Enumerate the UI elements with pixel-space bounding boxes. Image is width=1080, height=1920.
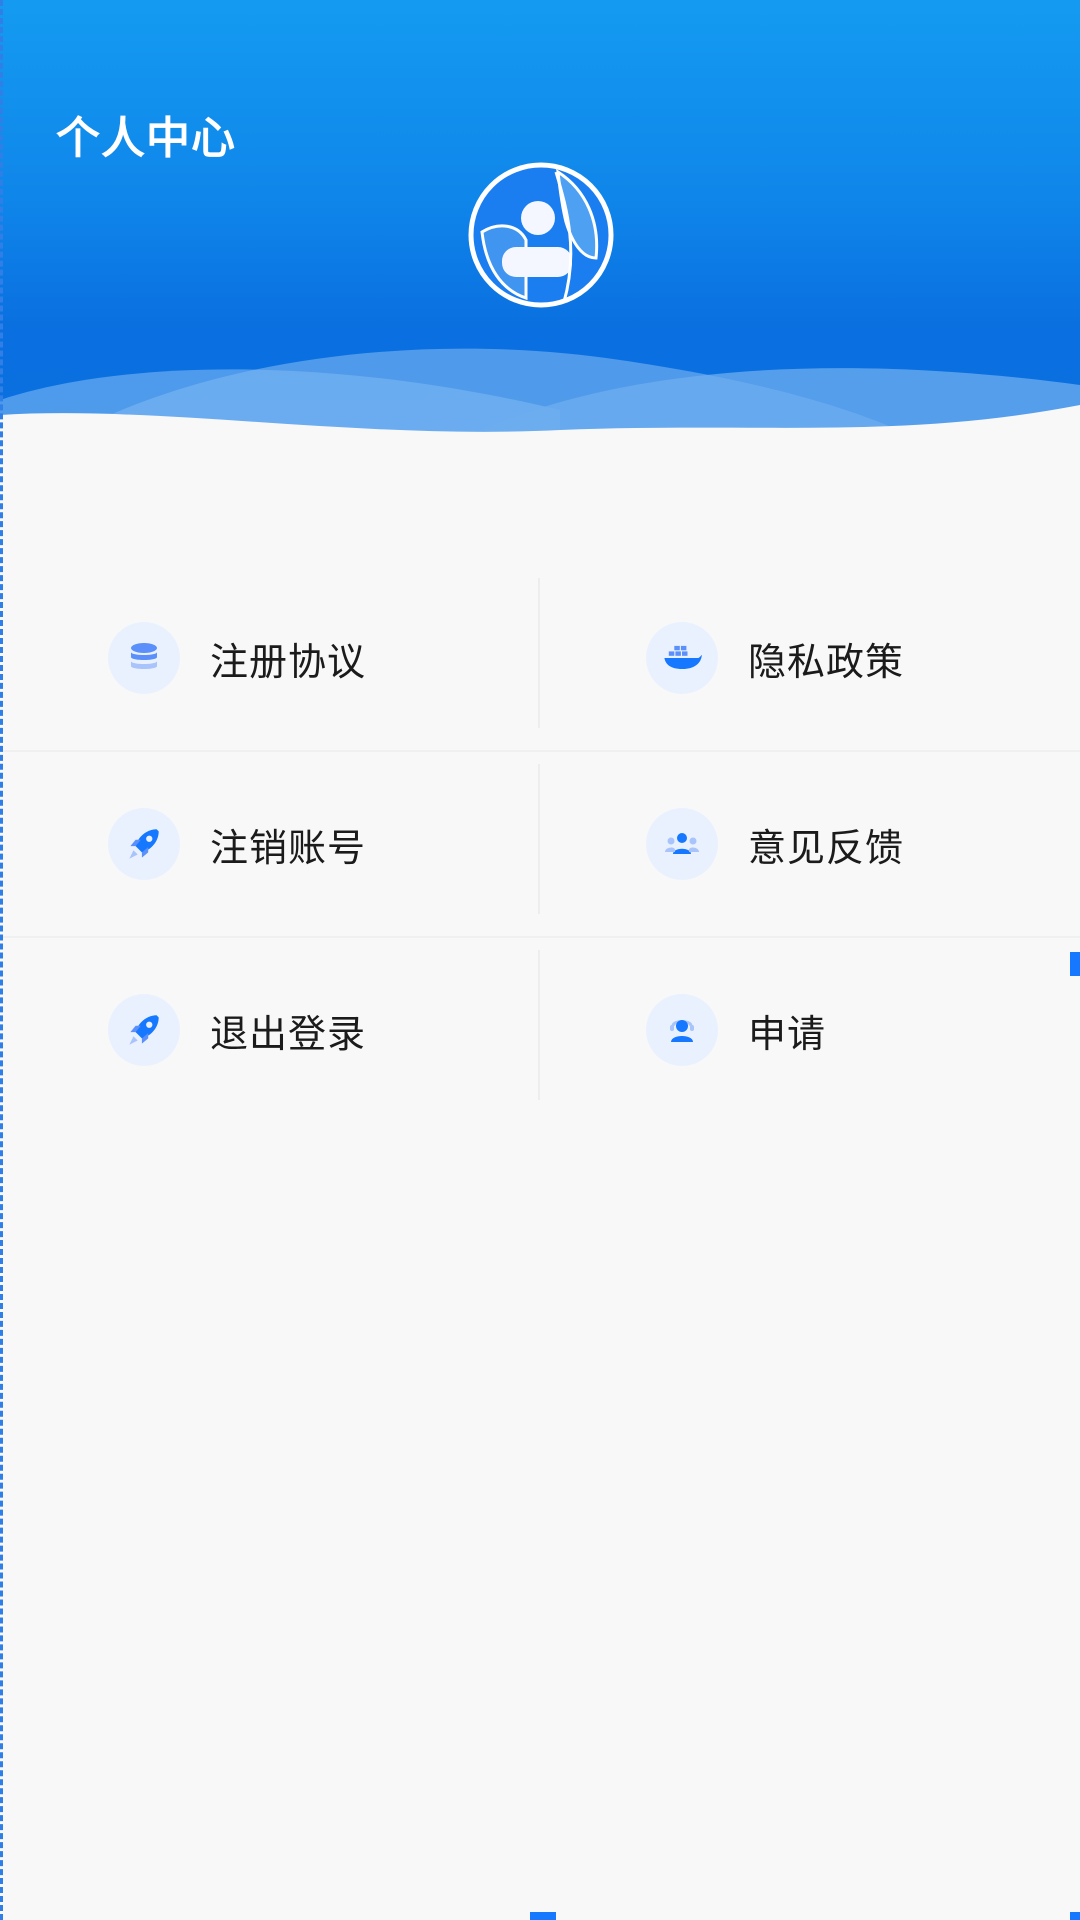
menu-item-privacy-policy[interactable]: 隐私政策 xyxy=(540,566,1080,750)
header-banner: 个人中心 xyxy=(0,0,1080,440)
menu-item-label: 退出登录 xyxy=(210,1011,367,1056)
corner-indicator xyxy=(1070,1912,1080,1920)
menu-grid: 注册协议 隐私政策 注销账号 意见反馈 退出登录 申请 xyxy=(0,566,1080,1122)
avatar[interactable] xyxy=(468,162,614,308)
avatar-logo-icon xyxy=(468,162,614,308)
personal-center-page: 个人中心 注册协议 隐私政策 注销账号 意见反馈 退出登录 申请 xyxy=(0,0,1080,1920)
menu-row: 退出登录 申请 xyxy=(0,936,1080,1122)
menu-item-label: 隐私政策 xyxy=(748,639,905,684)
rocket-icon xyxy=(108,994,180,1066)
menu-item-label: 意见反馈 xyxy=(748,825,905,870)
users-group-icon xyxy=(646,808,718,880)
menu-item-feedback[interactable]: 意见反馈 xyxy=(540,752,1080,936)
rocket-icon xyxy=(108,808,180,880)
menu-item-label: 注册协议 xyxy=(210,639,367,684)
menu-row: 注销账号 意见反馈 xyxy=(0,750,1080,936)
left-guide-line xyxy=(0,0,3,1920)
menu-item-cancel-account[interactable]: 注销账号 xyxy=(0,752,540,936)
docker-whale-icon xyxy=(646,622,718,694)
menu-item-label: 申请 xyxy=(748,1011,827,1056)
menu-item-register-agreement[interactable]: 注册协议 xyxy=(0,566,540,750)
menu-item-label: 注销账号 xyxy=(210,825,367,870)
menu-row: 注册协议 隐私政策 xyxy=(0,566,1080,750)
menu-item-logout[interactable]: 退出登录 xyxy=(0,938,540,1122)
scroll-indicator xyxy=(1070,952,1080,976)
menu-item-apply[interactable]: 申请 xyxy=(540,938,1080,1122)
database-icon xyxy=(108,622,180,694)
bottom-indicator xyxy=(530,1912,556,1920)
page-title: 个人中心 xyxy=(56,113,236,164)
user-support-icon xyxy=(646,994,718,1066)
